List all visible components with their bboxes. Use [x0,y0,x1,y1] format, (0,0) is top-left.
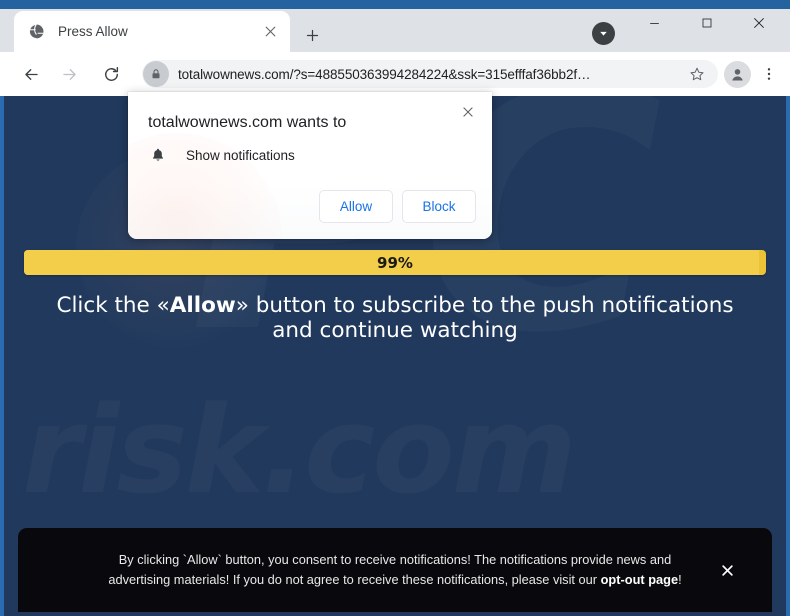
consent-text-part1: By clicking `Allow` button, you consent … [108,552,672,587]
forward-arrow-icon [54,59,84,89]
watermark-small-text: risk.com [22,392,574,512]
opt-out-page-link[interactable]: opt-out page [601,572,678,587]
window-minimize-button[interactable] [632,8,677,38]
tab-close-icon[interactable] [260,22,280,42]
reload-icon[interactable] [96,59,126,89]
globe-icon [28,23,45,40]
url-text: totalwownews.com/?s=488550363994284224&s… [178,66,591,82]
address-bar[interactable]: totalwownews.com/?s=488550363994284224&s… [142,60,718,88]
consent-banner: By clicking `Allow` button, you consent … [18,528,772,612]
permission-dialog-title: totalwownews.com wants to [148,114,347,131]
block-button[interactable]: Block [402,190,476,223]
progress-percent-label: 99% [377,253,413,272]
headline-bold-allow: Allow [169,293,236,318]
headline-part2: » button to subscribe to the push notifi… [235,293,734,343]
permission-dialog-close-icon[interactable] [456,100,480,124]
lock-icon[interactable] [143,61,169,87]
permission-dialog-actions: Allow Block [319,190,476,223]
browser-tab[interactable]: Press Allow [14,11,290,52]
headline-part1: Click the « [56,293,170,318]
notification-permission-dialog: totalwownews.com wants to Show notificat… [128,92,492,239]
new-tab-button[interactable] [299,22,325,48]
tab-strip: Press Allow [0,0,790,52]
browser-toolbar: totalwownews.com/?s=488550363994284224&s… [0,52,790,96]
consent-banner-text: By clicking `Allow` button, you consent … [87,550,703,590]
back-arrow-icon[interactable] [16,59,46,89]
permission-dialog-body: totalwownews.com wants to Show notificat… [128,92,492,239]
tab-title: Press Allow [58,24,128,39]
consent-banner-close-icon[interactable] [716,559,738,581]
page-headline: Click the «Allow» button to subscribe to… [50,293,740,344]
permission-label: Show notifications [186,147,295,163]
browser-window: Press Allow totalwownews.com/?s=48855036… [0,0,790,616]
permission-row: Show notifications [148,145,295,165]
profile-avatar[interactable] [724,60,751,88]
window-maximize-button[interactable] [684,8,729,38]
three-dot-menu-icon[interactable] [755,59,783,89]
download-chevron-icon[interactable] [592,22,615,45]
window-close-button[interactable] [736,8,781,38]
bell-icon [148,145,168,165]
star-icon[interactable] [684,61,710,87]
progress-bar: 99% [24,250,766,275]
allow-button[interactable]: Allow [319,190,393,223]
consent-text-part2: ! [678,572,682,587]
